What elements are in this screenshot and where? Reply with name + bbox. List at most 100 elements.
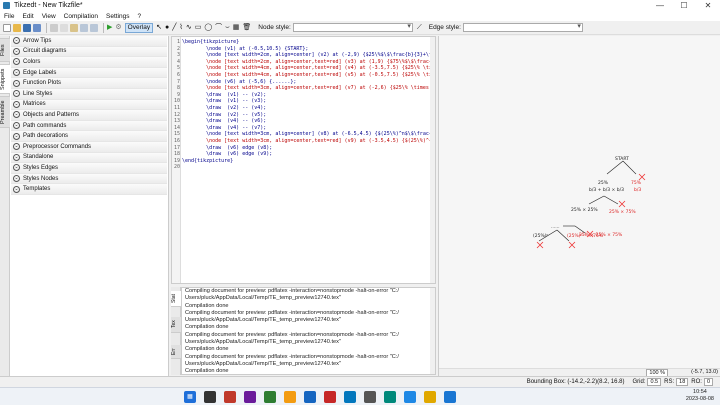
edge-style-select[interactable]: [462, 22, 583, 32]
task-app-11[interactable]: [424, 390, 436, 403]
snippet-item[interactable]: ⌄ Path decorations: [11, 131, 167, 142]
snippet-item[interactable]: ⌄ Preprocessor Commands: [11, 141, 167, 153]
menu-view[interactable]: View: [42, 13, 56, 20]
tab-status[interactable]: Stat: [171, 291, 181, 307]
close-button[interactable]: ✕: [696, 0, 720, 11]
snippet-label: Function Plots: [23, 80, 62, 87]
snippet-item[interactable]: ⌄ Standalone: [11, 152, 167, 164]
grid-spinbox[interactable]: 0.5: [647, 378, 662, 386]
code-line[interactable]: \node [text width=2cm, align=center,text…: [182, 59, 435, 65]
menu-help[interactable]: ?: [138, 13, 142, 20]
rs-spinbox[interactable]: 18: [676, 378, 689, 386]
pointer-tool-icon[interactable]: ↖: [156, 23, 162, 33]
code-line[interactable]: \draw (v6) edge (v9);: [182, 151, 435, 157]
cut-icon[interactable]: [50, 23, 58, 32]
line-number: 14: [173, 124, 180, 131]
new-file-icon[interactable]: [3, 23, 11, 32]
snippet-item[interactable]: ⌄ Edge Labels: [11, 67, 167, 79]
snippet-list: ⌄ Arrow Tips ⌄ Circuit diagrams ⌄ Colors ⌄ Edge…: [10, 36, 168, 195]
task-app-3[interactable]: [264, 390, 276, 403]
smooth-curve-icon[interactable]: ∿: [186, 23, 192, 33]
node-style-select[interactable]: [292, 22, 413, 32]
paste-icon[interactable]: [70, 23, 78, 32]
snippet-item[interactable]: ⌄ Colors: [11, 57, 167, 68]
trash-icon[interactable]: 🗑: [242, 23, 251, 33]
task-app-2[interactable]: [244, 390, 256, 403]
code-line[interactable]: \draw (v4) -- (v7);: [182, 125, 435, 131]
snippet-item[interactable]: ⌄ Function Plots: [11, 78, 167, 89]
save-icon[interactable]: [23, 23, 31, 32]
undo-icon[interactable]: [80, 23, 88, 32]
code-line[interactable]: \node (v1) at (-0.5,10.5) {START};: [182, 46, 435, 52]
overlay-toggle-button[interactable]: Overlay: [124, 22, 154, 33]
code-line[interactable]: \begin{tikzpicture}: [182, 39, 435, 45]
code-line[interactable]: \node [text width=3cm, align=center] (v8…: [182, 131, 435, 137]
editor-scrollbar[interactable]: [430, 37, 435, 283]
start-menu-icon[interactable]: ▦: [184, 390, 196, 403]
grid-tool-icon[interactable]: ▦: [233, 23, 240, 33]
code-line[interactable]: \draw (v4) -- (v6);: [182, 118, 435, 124]
menu-bar: File Edit View Compilation Settings ?: [0, 11, 720, 21]
path-tool-icon[interactable]: ⌇: [179, 23, 182, 33]
settings-gear-icon[interactable]: ⚙: [115, 23, 121, 33]
code-line[interactable]: \end{tikzpicture}: [182, 158, 435, 164]
edge-tool-icon[interactable]: ╱: [172, 23, 176, 33]
rectangle-tool-icon[interactable]: ▭: [195, 23, 202, 33]
maximize-button[interactable]: ☐: [672, 0, 696, 11]
menu-compilation[interactable]: Compilation: [64, 13, 98, 20]
task-app-8[interactable]: [364, 390, 376, 403]
arc-tool-icon[interactable]: ⌒: [215, 23, 222, 33]
code-line[interactable]: \node [text width=3cm, align=center,text…: [182, 85, 435, 91]
task-app-10[interactable]: [404, 390, 416, 403]
task-app-4[interactable]: [284, 390, 296, 403]
compile-play-icon[interactable]: ▶: [107, 23, 112, 33]
snippet-item[interactable]: ⌄ Styles Edges: [11, 163, 167, 174]
code-line[interactable]: \draw (v2) -- (v5);: [182, 112, 435, 118]
snippet-item[interactable]: ⌄ Path commands: [11, 120, 167, 132]
tab-files[interactable]: Files: [0, 38, 10, 62]
open-folder-icon[interactable]: [13, 23, 21, 32]
ellipse-tool-icon[interactable]: ◯: [204, 23, 212, 33]
log-scrollbar[interactable]: [430, 288, 435, 374]
task-app-1[interactable]: [224, 390, 236, 403]
snippet-item[interactable]: ⌄ Circuit diagrams: [11, 46, 167, 58]
code-editor[interactable]: 1 2 3 4 5 6 7 8 9 10 11 12 13 14 15 16 17 18 19 20 \begin{t…: [171, 36, 436, 284]
ro-spinbox[interactable]: 0: [703, 378, 713, 386]
minimize-button[interactable]: —: [648, 0, 672, 11]
menu-file[interactable]: File: [4, 13, 14, 20]
redo-icon[interactable]: [90, 23, 98, 32]
task-app-12[interactable]: [444, 390, 456, 403]
code-line[interactable]: \node (v6) at (-5,6) {......};: [182, 79, 435, 85]
code-line[interactable]: \draw (v2) -- (v4);: [182, 105, 435, 111]
code-line[interactable]: \node [text width=4cm, align=center,text…: [182, 65, 435, 71]
code-line[interactable]: \draw (v1) -- (v3);: [182, 98, 435, 104]
task-app-9[interactable]: [384, 390, 396, 403]
snippet-item[interactable]: ⌄ Line Styles: [11, 88, 167, 100]
task-app-7[interactable]: [344, 390, 356, 403]
node-tool-icon[interactable]: ●: [165, 23, 169, 33]
snippet-item[interactable]: ⌄ Templates: [11, 184, 167, 195]
snippet-item[interactable]: ⌄ Matrices: [11, 99, 167, 111]
code-line[interactable]: \draw (v1) -- (v2);: [182, 92, 435, 98]
task-app-5[interactable]: [304, 390, 316, 403]
save-all-icon[interactable]: [33, 23, 41, 32]
code-line[interactable]: \node [text width=2cm, align=center] (v2…: [182, 52, 435, 58]
tab-tex[interactable]: Tex: [171, 317, 181, 333]
code-line[interactable]: \node [text width=4cm, align=center,text…: [182, 72, 435, 78]
snippet-item[interactable]: ⌄ Styles Nodes: [11, 173, 167, 185]
code-line[interactable]: \draw (v6) edge (v8);: [182, 145, 435, 151]
task-app-6[interactable]: [324, 390, 336, 403]
search-icon[interactable]: [204, 390, 216, 403]
snippet-item[interactable]: ⌄ Arrow Tips: [11, 36, 167, 47]
tab-errors[interactable]: Err: [171, 345, 181, 359]
menu-edit[interactable]: Edit: [22, 13, 33, 20]
bezier-tool-icon[interactable]: ⌣: [225, 23, 230, 33]
preview-canvas[interactable]: START 25% b/3 + b/3 × b/3 75% b/3 25% × …: [438, 36, 720, 377]
tab-snippets[interactable]: Snippets: [0, 64, 10, 94]
menu-settings[interactable]: Settings: [106, 13, 130, 20]
code-line[interactable]: \node [text width=3cm, align=center,text…: [182, 138, 435, 144]
copy-icon[interactable]: [60, 23, 68, 32]
snippet-item[interactable]: ⌄ Objects and Patterns: [11, 110, 167, 121]
log-line: Compilation done: [185, 346, 229, 353]
tab-preamble[interactable]: Preamble: [0, 96, 10, 128]
